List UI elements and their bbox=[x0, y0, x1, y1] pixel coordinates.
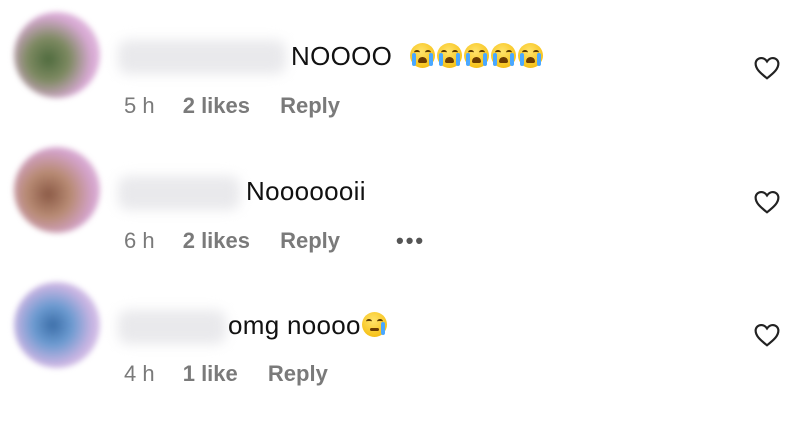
heart-outline-icon[interactable] bbox=[754, 190, 780, 214]
like-count-link[interactable]: 2 likes bbox=[183, 228, 250, 254]
like-count-link[interactable]: 1 like bbox=[183, 361, 238, 387]
comment-text: omg noooo bbox=[228, 310, 389, 341]
comment-text-content: omg noooo bbox=[228, 310, 361, 340]
avatar[interactable] bbox=[14, 282, 100, 368]
comment-text: Nooooooii bbox=[246, 176, 366, 207]
username-blurred[interactable] bbox=[118, 176, 240, 210]
comment-item: omg noooo 4 h 1 like Reply bbox=[0, 0, 800, 386]
comment-text-content: Nooooooii bbox=[246, 176, 366, 206]
comment-timestamp: 4 h bbox=[124, 361, 155, 386]
reply-button[interactable]: Reply bbox=[280, 228, 340, 254]
reply-button[interactable]: Reply bbox=[268, 361, 328, 387]
crying-face-icon bbox=[361, 312, 387, 337]
comment-timestamp: 6 h bbox=[124, 228, 155, 253]
username-blurred[interactable] bbox=[118, 310, 226, 344]
comment-meta: 6 h 2 likes Reply bbox=[124, 228, 340, 254]
comment-meta: 4 h 1 like Reply bbox=[124, 361, 328, 387]
more-options-icon[interactable]: ••• bbox=[396, 228, 425, 254]
heart-outline-icon[interactable] bbox=[754, 323, 780, 347]
avatar[interactable] bbox=[14, 147, 100, 233]
